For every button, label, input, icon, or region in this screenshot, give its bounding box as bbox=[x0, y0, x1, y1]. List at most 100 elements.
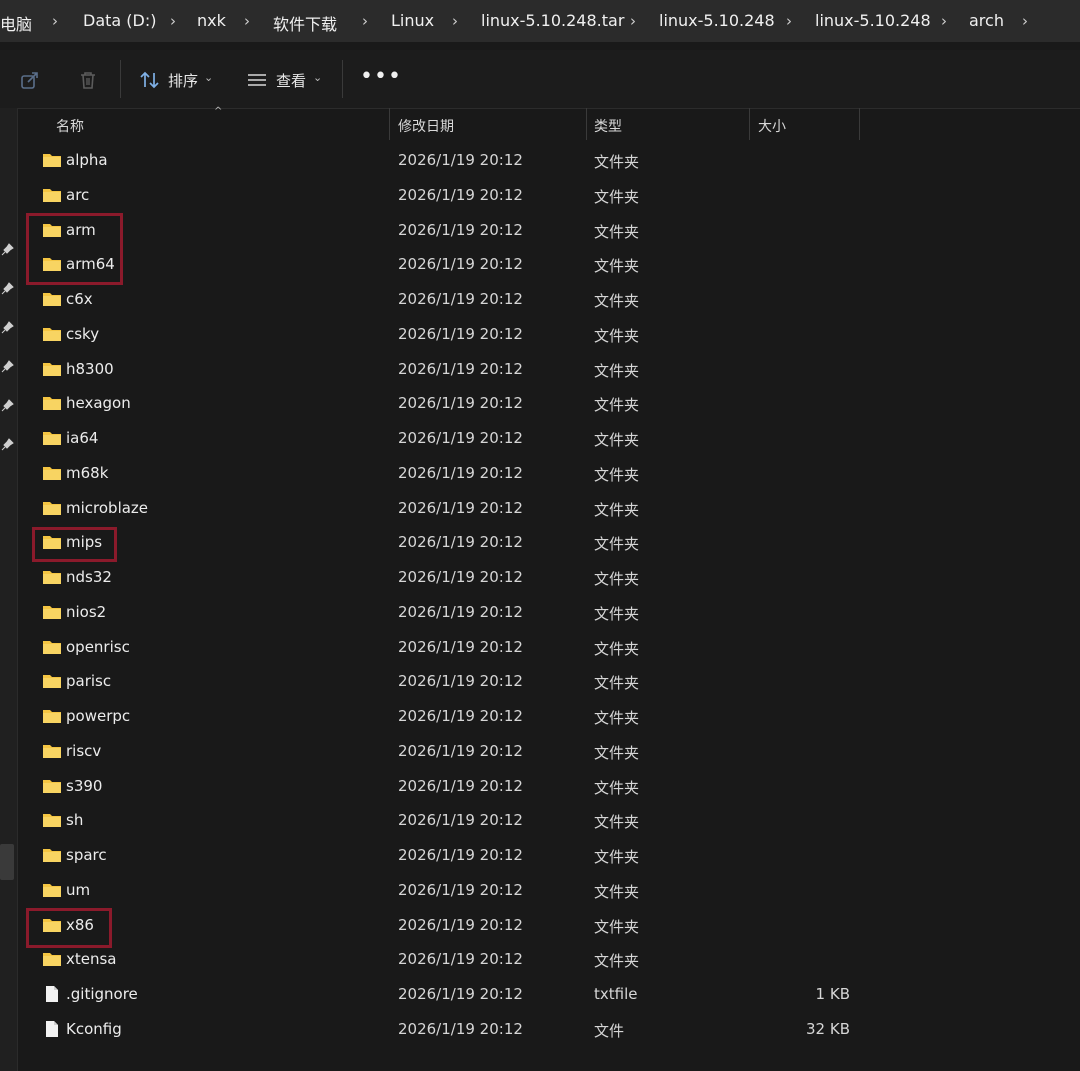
file-type: 文件夹 bbox=[594, 848, 640, 866]
file-row[interactable]: sh 2026/1/19 20:12 文件夹 bbox=[0, 803, 1080, 838]
file-type: 文件夹 bbox=[594, 639, 640, 658]
column-size[interactable]: 大小 bbox=[758, 116, 786, 136]
view-button[interactable]: 查看 bbox=[276, 70, 306, 91]
breadcrumb-item-data-drive[interactable]: Data (D:) bbox=[83, 11, 156, 30]
file-name: sh bbox=[66, 811, 84, 830]
file-date-modified: 2026/1/19 20:12 bbox=[398, 811, 523, 830]
breadcrumb-separator-icon[interactable]: › bbox=[452, 12, 458, 30]
view-icon[interactable] bbox=[246, 69, 268, 91]
file-row[interactable]: xtensa 2026/1/19 20:12 文件夹 bbox=[0, 942, 1080, 977]
chevron-down-icon[interactable]: ⌄ bbox=[313, 71, 322, 84]
file-name: arc bbox=[66, 185, 90, 204]
file-type: 文件夹 bbox=[594, 778, 640, 797]
breadcrumb-item-this-pc[interactable]: 电脑 bbox=[0, 11, 32, 35]
file-name: xtensa bbox=[66, 950, 117, 969]
file-row[interactable]: arm64 2026/1/19 20:12 文件夹 bbox=[0, 247, 1080, 282]
file-row[interactable]: nds32 2026/1/19 20:12 文件夹 bbox=[0, 560, 1080, 595]
file-row[interactable]: riscv 2026/1/19 20:12 文件夹 bbox=[0, 734, 1080, 769]
file-row[interactable]: arm 2026/1/19 20:12 文件夹 bbox=[0, 213, 1080, 248]
file-name: c6x bbox=[66, 290, 93, 308]
file-row[interactable]: nios2 2026/1/19 20:12 文件夹 bbox=[0, 595, 1080, 630]
file-row[interactable]: s390 2026/1/19 20:12 文件夹 bbox=[0, 769, 1080, 804]
file-type: 文件 bbox=[594, 1021, 625, 1040]
file-name: ia64 bbox=[66, 429, 99, 447]
share-icon[interactable] bbox=[19, 69, 41, 91]
column-date-modified[interactable]: 修改日期 bbox=[398, 116, 454, 136]
file-type: 文件夹 bbox=[594, 431, 640, 449]
file-row[interactable]: microblaze 2026/1/19 20:12 文件夹 bbox=[0, 491, 1080, 526]
file-name: Kconfig bbox=[66, 1019, 122, 1038]
file-name: nios2 bbox=[66, 602, 107, 621]
file-date-modified: 2026/1/19 20:12 bbox=[398, 220, 523, 239]
file-row[interactable]: m68k 2026/1/19 20:12 文件夹 bbox=[0, 456, 1080, 491]
folder-icon bbox=[43, 432, 61, 445]
breadcrumb-item-linux[interactable]: Linux bbox=[391, 11, 434, 30]
breadcrumb-separator-icon[interactable]: › bbox=[1022, 12, 1028, 30]
column-divider[interactable] bbox=[749, 108, 750, 140]
file-name: parisc bbox=[66, 672, 112, 691]
file-type: 文件夹 bbox=[594, 952, 640, 971]
breadcrumb-separator-icon[interactable]: › bbox=[362, 12, 368, 30]
file-row[interactable]: csky 2026/1/19 20:12 文件夹 bbox=[0, 317, 1080, 352]
sort-icon[interactable] bbox=[139, 69, 161, 91]
file-date-modified: 2026/1/19 20:12 bbox=[398, 637, 523, 656]
file-type: 文件夹 bbox=[594, 153, 640, 171]
breadcrumb-separator-icon[interactable]: › bbox=[786, 12, 792, 30]
file-name: s390 bbox=[66, 776, 103, 795]
file-row[interactable]: hexagon 2026/1/19 20:12 文件夹 bbox=[0, 386, 1080, 421]
column-header: ^ 名称 修改日期 类型 大小 bbox=[18, 106, 1080, 142]
breadcrumb-item-downloads[interactable]: 软件下载 bbox=[273, 11, 337, 35]
file-date-modified: 2026/1/19 20:12 bbox=[398, 185, 523, 204]
file-row[interactable]: sparc 2026/1/19 20:12 文件夹 bbox=[0, 838, 1080, 873]
file-name: alpha bbox=[66, 151, 108, 169]
file-row[interactable]: h8300 2026/1/19 20:12 文件夹 bbox=[0, 352, 1080, 387]
chevron-down-icon[interactable]: ⌄ bbox=[204, 71, 213, 84]
file-size: 1 KB bbox=[815, 985, 850, 1003]
file-type: 文件夹 bbox=[594, 813, 640, 832]
file-name: sparc bbox=[66, 846, 107, 864]
file-row[interactable]: Kconfig 2026/1/19 20:12 文件 32 KB bbox=[0, 1012, 1080, 1047]
breadcrumb-item-nxk[interactable]: nxk bbox=[197, 11, 226, 30]
column-divider[interactable] bbox=[586, 108, 587, 140]
file-type: 文件夹 bbox=[594, 570, 640, 588]
file-type: 文件夹 bbox=[594, 257, 640, 276]
file-row[interactable]: parisc 2026/1/19 20:12 文件夹 bbox=[0, 664, 1080, 699]
breadcrumb-item-linux-dir-2[interactable]: linux-5.10.248 bbox=[815, 11, 931, 30]
file-row[interactable]: mips 2026/1/19 20:12 文件夹 bbox=[0, 525, 1080, 560]
file-row[interactable]: arc 2026/1/19 20:12 文件夹 bbox=[0, 178, 1080, 213]
folder-icon bbox=[43, 293, 61, 306]
delete-icon[interactable] bbox=[77, 69, 99, 91]
folder-icon bbox=[43, 710, 61, 723]
file-name: openrisc bbox=[66, 637, 130, 656]
more-options-button[interactable]: ••• bbox=[360, 64, 402, 89]
breadcrumb-separator-icon[interactable]: › bbox=[52, 12, 58, 30]
breadcrumb-item-tar[interactable]: linux-5.10.248.tar bbox=[481, 11, 624, 30]
file-name: um bbox=[66, 880, 91, 899]
column-type[interactable]: 类型 bbox=[594, 116, 622, 136]
file-date-modified: 2026/1/19 20:12 bbox=[398, 741, 523, 760]
file-row[interactable]: c6x 2026/1/19 20:12 文件夹 bbox=[0, 282, 1080, 317]
breadcrumb-separator-icon[interactable]: › bbox=[170, 12, 176, 30]
breadcrumb-separator-icon[interactable]: › bbox=[244, 12, 250, 30]
breadcrumb-item-linux-dir-1[interactable]: linux-5.10.248 bbox=[659, 11, 775, 30]
file-name: .gitignore bbox=[66, 985, 138, 1003]
file-row[interactable]: alpha 2026/1/19 20:12 文件夹 bbox=[0, 143, 1080, 178]
file-row[interactable]: x86 2026/1/19 20:12 文件夹 bbox=[0, 908, 1080, 943]
file-type: 文件夹 bbox=[594, 535, 640, 554]
sort-button[interactable]: 排序 bbox=[168, 70, 198, 91]
file-row[interactable]: .gitignore 2026/1/19 20:12 txtfile 1 KB bbox=[0, 977, 1080, 1012]
file-row[interactable]: um 2026/1/19 20:12 文件夹 bbox=[0, 873, 1080, 908]
file-row[interactable]: ia64 2026/1/19 20:12 文件夹 bbox=[0, 421, 1080, 456]
file-row[interactable]: powerpc 2026/1/19 20:12 文件夹 bbox=[0, 699, 1080, 734]
breadcrumb-item-arch[interactable]: arch bbox=[969, 11, 1004, 30]
file-type: 文件夹 bbox=[594, 465, 640, 484]
column-divider[interactable] bbox=[389, 108, 390, 140]
breadcrumb-separator-icon[interactable]: › bbox=[630, 12, 636, 30]
file-date-modified: 2026/1/19 20:12 bbox=[398, 290, 523, 308]
file-icon bbox=[46, 986, 58, 1002]
column-divider[interactable] bbox=[859, 108, 860, 140]
breadcrumb-separator-icon[interactable]: › bbox=[941, 12, 947, 30]
column-name[interactable]: 名称 bbox=[56, 116, 84, 136]
file-date-modified: 2026/1/19 20:12 bbox=[398, 846, 523, 864]
file-row[interactable]: openrisc 2026/1/19 20:12 文件夹 bbox=[0, 630, 1080, 665]
